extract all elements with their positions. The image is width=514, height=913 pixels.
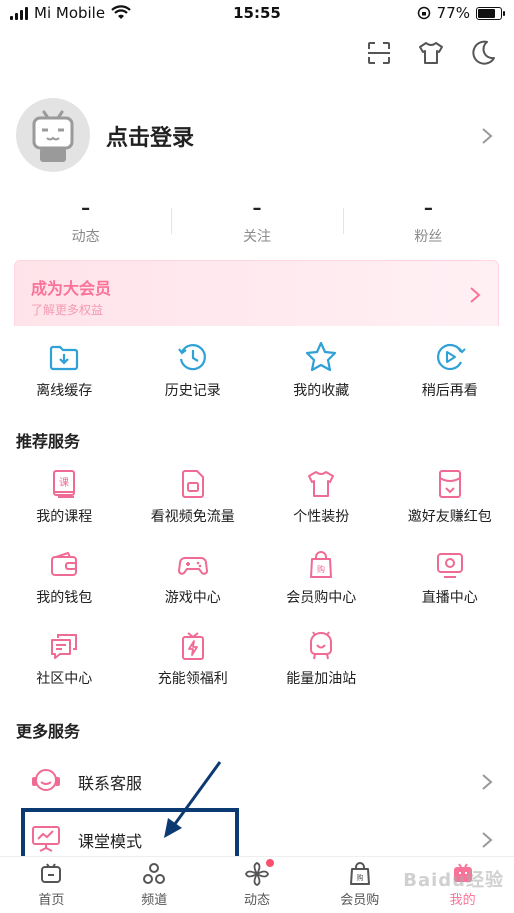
tab-channel[interactable]: 频道	[103, 857, 206, 913]
quick-offline-cache[interactable]: 离线缓存	[0, 340, 129, 400]
scan-icon[interactable]	[364, 38, 394, 68]
quick-history[interactable]: 历史记录	[129, 340, 258, 400]
chat-bubbles-icon	[51, 634, 78, 659]
recommended-grid: 课 我的课程 看视频免流量 个性装扮 邀好友赚红包 我的钱包 游戏中心 购 会员…	[0, 468, 514, 711]
watermark-text: Baidu经验	[403, 870, 504, 891]
section-title-recommended: 推荐服务	[16, 432, 81, 451]
tab-label: 首页	[38, 893, 65, 908]
service-my-courses[interactable]: 课 我的课程	[0, 468, 129, 549]
quick-label: 稍后再看	[421, 383, 478, 399]
service-free-data[interactable]: 看视频免流量	[129, 468, 258, 549]
service-label: 邀好友赚红包	[407, 509, 492, 525]
stats-row: – 动态 – 关注 – 粉丝	[0, 198, 514, 248]
tv-mascot-icon	[32, 110, 74, 162]
quick-label: 历史记录	[164, 383, 221, 399]
battery-icon	[476, 6, 505, 20]
service-charge-rewards[interactable]: 充能领福利	[129, 630, 258, 711]
service-label: 个性装扮	[293, 509, 350, 525]
service-label: 社区中心	[36, 671, 93, 687]
stat-label: 关注	[242, 229, 271, 245]
tshirt-icon[interactable]	[416, 38, 446, 68]
moon-icon[interactable]	[468, 38, 498, 68]
service-label: 我的课程	[36, 509, 93, 525]
stat-dynamics[interactable]: – 动态	[0, 198, 171, 248]
service-wallet[interactable]: 我的钱包	[0, 549, 129, 630]
stat-label: 粉丝	[414, 229, 443, 245]
vip-subtitle: 了解更多权益	[31, 303, 104, 317]
quick-favorites[interactable]: 我的收藏	[257, 340, 386, 400]
service-live-center[interactable]: 直播中心	[386, 549, 514, 630]
svg-text:购: 购	[356, 873, 363, 882]
tab-label: 我的	[449, 893, 476, 908]
stat-value: –	[252, 198, 262, 219]
service-energy-station[interactable]: 能量加油站	[257, 630, 386, 711]
gift-bolt-icon	[181, 632, 204, 660]
home-tv-icon	[41, 863, 62, 883]
vip-title: 成为大会员	[31, 279, 112, 298]
star-icon	[306, 341, 337, 372]
stat-following[interactable]: – 关注	[171, 198, 342, 248]
channel-icon	[143, 863, 166, 884]
notification-dot	[265, 859, 274, 867]
section-title-more: 更多服务	[16, 722, 81, 741]
course-book-icon: 课	[53, 470, 76, 498]
service-label: 看视频免流量	[150, 509, 235, 525]
vip-banner[interactable]: 成为大会员 了解更多权益	[14, 260, 499, 330]
service-label: 直播中心	[421, 590, 478, 606]
wallet-icon	[51, 551, 78, 576]
chevron-right-icon	[482, 832, 493, 848]
chevron-right-icon	[482, 774, 493, 790]
status-bar: Mi Mobile 15:55 77%	[0, 0, 514, 28]
stat-fans[interactable]: – 粉丝	[342, 198, 514, 248]
service-dress-up[interactable]: 个性装扮	[257, 468, 386, 549]
quick-watch-later[interactable]: 稍后再看	[386, 340, 514, 400]
service-label: 会员购中心	[286, 590, 357, 606]
chevron-right-icon	[470, 287, 481, 303]
tab-label: 会员购	[340, 893, 380, 908]
download-folder-icon	[50, 345, 79, 371]
service-community[interactable]: 社区中心	[0, 630, 129, 711]
service-vip-shop[interactable]: 购 会员购中心	[257, 549, 386, 630]
service-label: 能量加油站	[286, 671, 357, 687]
red-envelope-icon	[438, 470, 461, 498]
orientation-lock-icon	[417, 6, 430, 20]
tab-vip-shop[interactable]: 购 会员购	[308, 857, 411, 913]
shopping-bag-icon: 购	[310, 551, 333, 578]
stat-label: 动态	[71, 229, 100, 245]
service-game-center[interactable]: 游戏中心	[129, 549, 258, 630]
shopping-bag-icon: 购	[349, 862, 370, 885]
energy-station-icon	[310, 631, 333, 660]
stat-value: –	[423, 198, 433, 219]
service-label: 游戏中心	[164, 590, 221, 606]
service-label: 充能领福利	[157, 671, 228, 687]
service-label: 我的钱包	[36, 590, 93, 606]
row-contact-support[interactable]: 联系客服	[0, 754, 514, 810]
live-tv-icon	[436, 553, 463, 578]
svg-text:课: 课	[59, 477, 69, 489]
stat-value: –	[81, 198, 91, 219]
history-clock-icon	[177, 344, 206, 371]
quick-label: 我的收藏	[293, 383, 350, 399]
sim-card-icon	[181, 470, 204, 498]
chevron-right-icon[interactable]	[480, 126, 494, 146]
battery-percent: 77%	[436, 4, 470, 22]
headset-icon	[32, 769, 60, 791]
avatar[interactable]	[16, 98, 90, 172]
tab-dynamics[interactable]: 动态	[206, 857, 309, 913]
quick-actions: 离线缓存 历史记录 我的收藏 稍后再看	[0, 340, 514, 400]
tab-label: 动态	[243, 893, 270, 908]
tab-home[interactable]: 首页	[0, 857, 103, 913]
tshirt-icon	[308, 471, 335, 497]
watch-later-icon	[436, 343, 466, 371]
login-link[interactable]: 点击登录	[106, 120, 194, 152]
tab-label: 频道	[141, 893, 168, 908]
service-invite-friends[interactable]: 邀好友赚红包	[386, 468, 514, 549]
row-label: 联系客服	[78, 774, 143, 793]
svg-text:购: 购	[317, 564, 325, 574]
gamepad-icon	[177, 557, 208, 575]
quick-label: 离线缓存	[36, 383, 93, 399]
